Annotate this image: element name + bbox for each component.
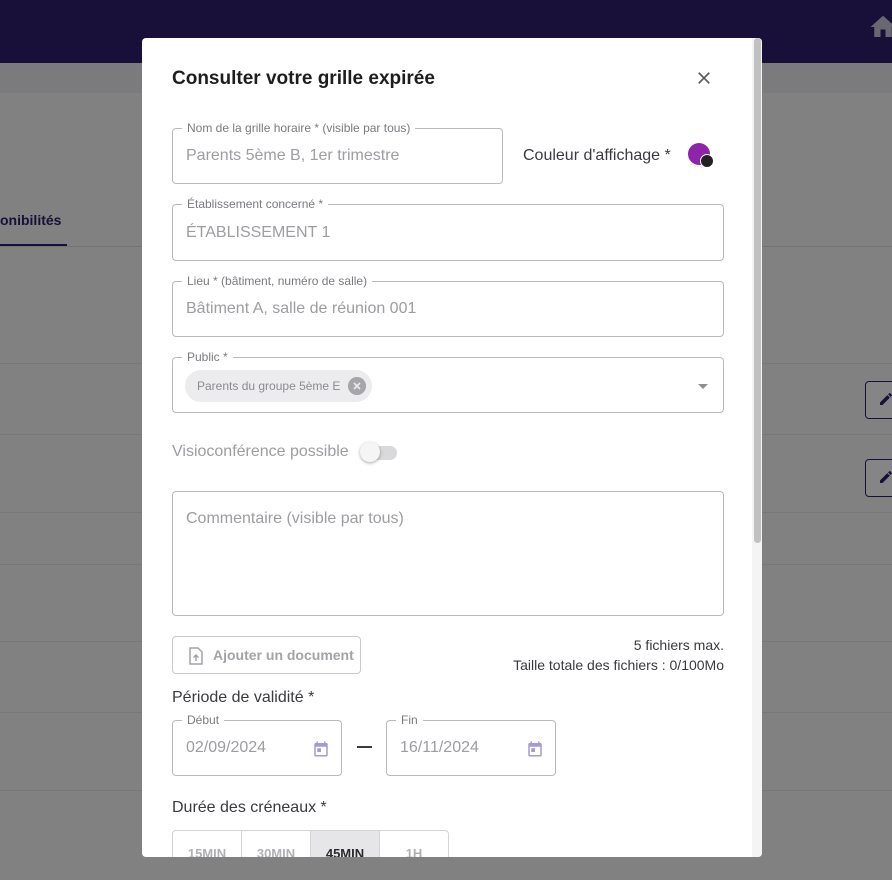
establishment-value: ÉTABLISSEMENT 1 [186, 223, 331, 241]
add-document-button[interactable]: Ajouter un document [172, 636, 361, 674]
total-size-text: Taille totale des fichiers : 0/100Mo [513, 657, 724, 673]
end-date-value: 16/11/2024 [400, 739, 479, 756]
calendar-icon[interactable] [312, 740, 330, 758]
grid-name-label: Nom de la grille horaire * (visible par … [182, 121, 416, 135]
date-range-separator [357, 746, 372, 748]
color-label: Couleur d'affichage * [523, 147, 671, 164]
duration-option[interactable]: 1H [380, 831, 448, 858]
grid-name-field[interactable]: Nom de la grille horaire * (visible par … [172, 121, 503, 184]
palette-icon[interactable] [700, 154, 714, 168]
add-document-label: Ajouter un document [213, 647, 354, 663]
public-chip: Parents du groupe 5ème E [185, 370, 373, 402]
dialog-title: Consulter votre grille expirée [172, 68, 435, 89]
place-label: Lieu * (bâtiment, numéro de salle) [182, 274, 373, 288]
establishment-label: Établissement concerné * [182, 197, 329, 211]
comment-placeholder: Commentaire (visible par tous) [186, 510, 404, 527]
public-chip-label: Parents du groupe 5ème E [197, 379, 341, 393]
duration-option-selected[interactable]: 45MIN [311, 831, 380, 857]
grid-name-value: Parents 5ème B, 1er trimestre [186, 147, 400, 164]
remove-chip-icon[interactable] [348, 377, 367, 395]
start-date-value: 02/09/2024 [186, 739, 267, 756]
modal-scrollbar[interactable] [752, 38, 762, 857]
max-files-text: 5 fichiers max. [633, 637, 724, 653]
expired-grid-dialog: Consulter votre grille expirée Nom de la… [142, 38, 762, 857]
comment-field[interactable]: Commentaire (visible par tous) [172, 491, 724, 616]
place-value: Bâtiment A, salle de réunion 001 [186, 300, 417, 317]
public-select[interactable]: Public * Parents du groupe 5ème E [172, 350, 724, 413]
scrollbar-thumb[interactable] [754, 38, 761, 543]
end-date-label: Fin [396, 713, 423, 727]
visio-label: Visioconférence possible [172, 443, 349, 460]
start-date-label: Début [182, 713, 225, 727]
start-date-field[interactable]: Début 02/09/2024 [172, 713, 342, 776]
establishment-field[interactable]: Établissement concerné * ÉTABLISSEMENT 1 [172, 197, 724, 261]
place-field[interactable]: Lieu * (bâtiment, numéro de salle) Bâtim… [172, 274, 724, 337]
duration-option[interactable]: 15MIN [173, 831, 242, 857]
file-upload-icon [189, 647, 203, 665]
duration-label: Durée des créneaux * [172, 799, 327, 816]
end-date-field[interactable]: Fin 16/11/2024 [386, 713, 556, 776]
duration-toggle-group: 15MIN 30MIN 45MIN 1H [172, 830, 449, 857]
public-label: Public * [182, 350, 233, 364]
duration-option[interactable]: 30MIN [242, 831, 311, 857]
visio-toggle-knob[interactable] [360, 442, 380, 462]
calendar-icon[interactable] [526, 740, 544, 758]
chevron-down-icon[interactable] [698, 384, 708, 389]
period-label: Période de validité * [172, 689, 315, 706]
close-icon[interactable] [694, 68, 714, 88]
